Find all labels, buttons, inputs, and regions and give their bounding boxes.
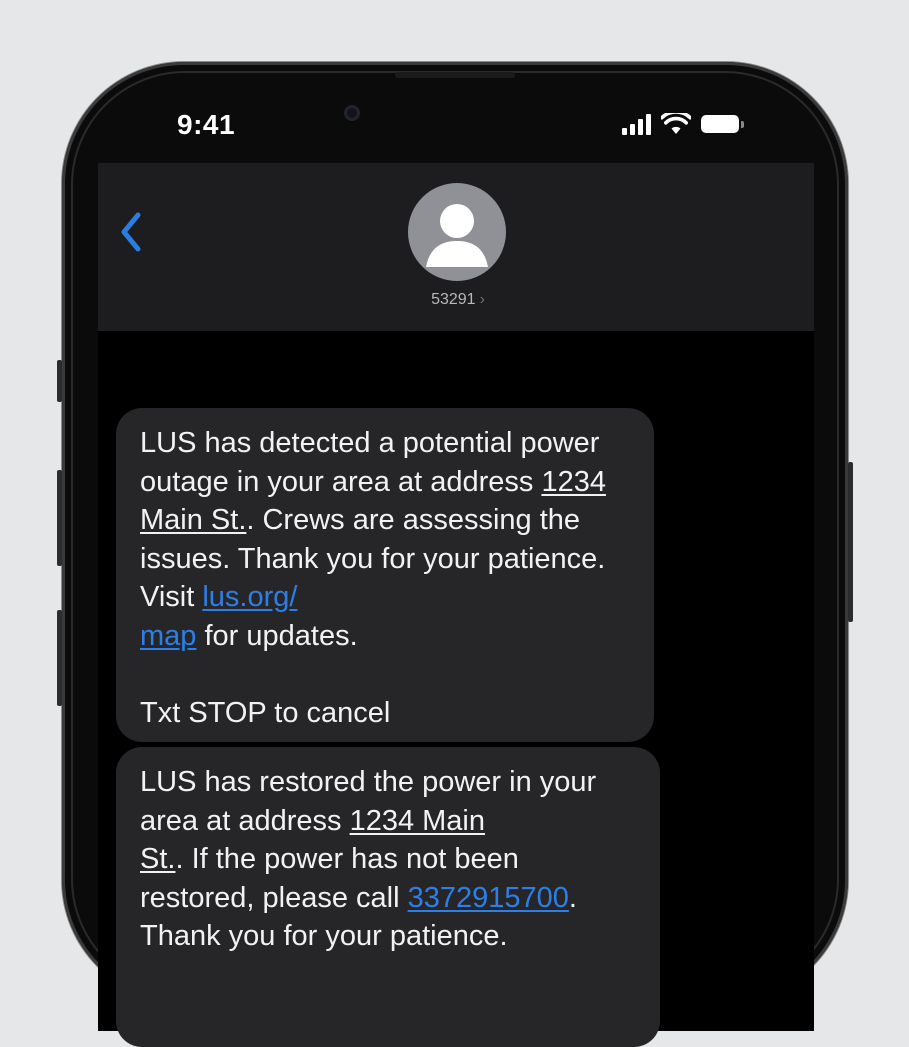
front-camera-icon [344, 105, 360, 121]
contact-number: 53291 [431, 291, 476, 308]
message-list: LUS has detected a potential power outag… [98, 331, 814, 1047]
status-time: 9:41 [177, 109, 236, 140]
stop-instruction: Txt STOP to cancel [140, 696, 391, 729]
battery-icon [701, 115, 744, 133]
contact-name[interactable]: 53291 › [398, 291, 518, 309]
status-icons [622, 113, 744, 135]
power-button [848, 462, 853, 622]
conversation-header: 53291 › [98, 163, 814, 331]
map-link[interactable]: lus.org/ [202, 581, 297, 613]
contact-chevron-icon: › [479, 291, 485, 308]
volume-down-button [57, 610, 62, 706]
message-bubble-outage[interactable]: LUS has detected a potential power outag… [116, 408, 654, 742]
address-text[interactable]: 1234 Main [350, 805, 485, 837]
earpiece-speaker [395, 72, 515, 78]
mute-switch [57, 360, 62, 402]
message-bubble-restored[interactable]: LUS has restored the power in your area … [116, 747, 660, 1047]
cellular-signal-icon [622, 113, 651, 135]
address-text[interactable]: St. [140, 843, 175, 875]
wifi-icon [661, 113, 691, 134]
message-text: LUS has detected a potential power outag… [140, 427, 600, 498]
map-link[interactable]: map [140, 620, 196, 652]
phone-link[interactable]: 3372915700 [408, 882, 569, 914]
volume-up-button [57, 470, 62, 566]
back-chevron-icon[interactable] [112, 207, 152, 257]
message-text: for updates. [196, 619, 358, 652]
person-icon [426, 204, 488, 267]
contact-avatar[interactable] [408, 183, 506, 281]
phone-frame: 9:41 53291 › LUS has detected a potential… [62, 62, 848, 1047]
